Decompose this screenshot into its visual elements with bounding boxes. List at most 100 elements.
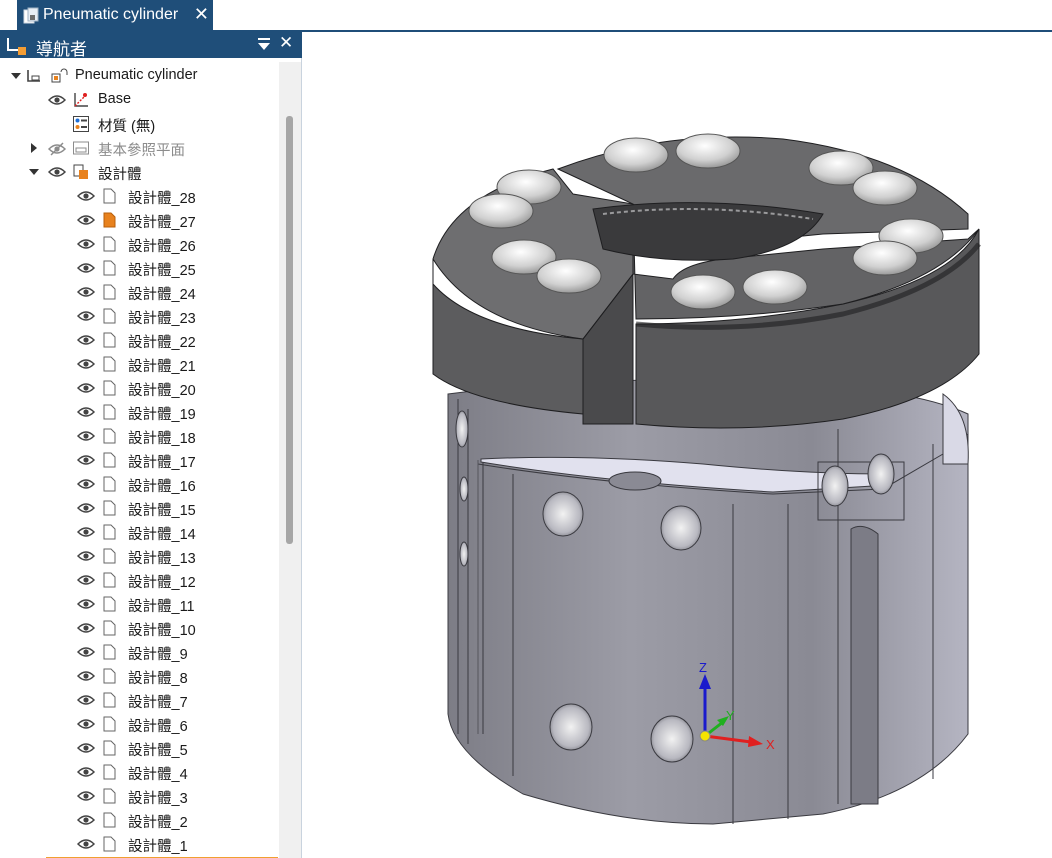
eye-icon[interactable]	[77, 190, 95, 202]
material-icon	[73, 116, 89, 132]
tree-node-body[interactable]: 設計體_6	[0, 712, 280, 736]
tree-node-body[interactable]: 設計體_22	[0, 328, 280, 352]
eye-icon[interactable]	[77, 502, 95, 514]
pneumatic-cylinder-model: Z Y X	[432, 133, 981, 825]
eye-icon[interactable]	[77, 742, 95, 754]
eye-icon[interactable]	[77, 814, 95, 826]
tree-node-body[interactable]: 設計體_18	[0, 424, 280, 448]
tree-label-body: 設計體_27	[128, 215, 196, 231]
tree-node-body[interactable]: 設計體_27	[0, 208, 280, 232]
eye-icon[interactable]	[77, 238, 95, 250]
eye-icon[interactable]	[77, 262, 95, 274]
tree-node-material[interactable]: 材質 (無)	[0, 112, 280, 136]
eye-icon[interactable]	[77, 694, 95, 706]
body-icon	[103, 452, 116, 468]
tree-label-body: 設計體_24	[128, 287, 196, 303]
collapse-arrow-icon[interactable]	[28, 166, 40, 178]
tree-node-body[interactable]: 設計體_21	[0, 352, 280, 376]
eye-icon[interactable]	[77, 382, 95, 394]
eye-icon[interactable]	[77, 670, 95, 682]
model-viewport[interactable]: Z Y X	[303, 34, 1052, 858]
close-panel-icon[interactable]: ✕	[279, 33, 293, 53]
eye-icon[interactable]	[48, 94, 66, 106]
body-icon	[103, 428, 116, 444]
tree-node-bodies[interactable]: 設計體	[0, 160, 280, 184]
eye-icon[interactable]	[77, 838, 95, 850]
body-icon	[103, 404, 116, 420]
eye-icon[interactable]	[77, 406, 95, 418]
tree-node-body[interactable]: 設計體_23	[0, 304, 280, 328]
tree-node-body[interactable]: 設計體_25	[0, 256, 280, 280]
part-document-icon	[23, 7, 39, 30]
collapse-arrow-icon[interactable]	[10, 70, 22, 82]
body-icon	[103, 788, 116, 804]
tree-node-body[interactable]: 設計體_12	[0, 568, 280, 592]
tree-label-body: 設計體_14	[128, 527, 196, 543]
tree-node-body[interactable]: 設計體_11	[0, 592, 280, 616]
tree-node-body[interactable]: 設計體_24	[0, 280, 280, 304]
tree-node-body[interactable]: 設計體_9	[0, 640, 280, 664]
tree-label-body: 設計體_25	[128, 263, 196, 279]
eye-icon[interactable]	[77, 646, 95, 658]
tree-label-body: 設計體_11	[128, 599, 195, 615]
tree-label-body: 設計體_26	[128, 239, 196, 255]
tree-node-body[interactable]: 設計體_2	[0, 808, 280, 832]
tree-node-body[interactable]: 設計體_20	[0, 376, 280, 400]
tree-node-body[interactable]: 設計體_17	[0, 448, 280, 472]
eye-icon[interactable]	[48, 166, 66, 178]
reference-plane-icon	[73, 141, 89, 155]
tree-node-body[interactable]: 設計體_13	[0, 544, 280, 568]
tree-node-root[interactable]: Pneumatic cylinder	[0, 64, 280, 88]
tree-node-body[interactable]: 設計體_26	[0, 232, 280, 256]
close-tab-icon[interactable]: ✕	[194, 4, 209, 24]
navigator-title: 導航者	[36, 40, 87, 59]
document-tab[interactable]: Pneumatic cylinder ✕	[17, 0, 213, 32]
eye-icon[interactable]	[77, 454, 95, 466]
tree-node-body[interactable]: 設計體_15	[0, 496, 280, 520]
tree-label-body: 設計體_10	[128, 623, 196, 639]
tree-node-body[interactable]: 設計體_3	[0, 784, 280, 808]
tree-node-base[interactable]: Base	[0, 88, 280, 112]
tree-node-body[interactable]: 設計體_4	[0, 760, 280, 784]
tree-node-body[interactable]: 設計體_16	[0, 472, 280, 496]
tree-node-body[interactable]: 設計體_5	[0, 736, 280, 760]
body-icon	[103, 572, 116, 588]
eye-icon[interactable]	[77, 214, 95, 226]
axis-label-y: Y	[726, 708, 735, 723]
body-icon	[103, 332, 116, 348]
scrollbar-thumb[interactable]	[286, 116, 293, 544]
eye-icon[interactable]	[77, 334, 95, 346]
eye-icon[interactable]	[77, 478, 95, 490]
tree-node-body[interactable]: 設計體_8	[0, 664, 280, 688]
expand-arrow-icon[interactable]	[28, 142, 40, 154]
eye-icon[interactable]	[77, 766, 95, 778]
eye-icon[interactable]	[77, 310, 95, 322]
eye-icon[interactable]	[77, 358, 95, 370]
eye-icon[interactable]	[77, 790, 95, 802]
tree-node-body[interactable]: 設計體_7	[0, 688, 280, 712]
tree-node-reference-planes[interactable]: 基本參照平面	[0, 136, 280, 160]
eye-icon[interactable]	[77, 718, 95, 730]
tree-label-body: 設計體_8	[128, 671, 188, 687]
eye-icon[interactable]	[77, 526, 95, 538]
tree-node-body[interactable]: 設計體_10	[0, 616, 280, 640]
edit-lock-icon	[51, 68, 68, 83]
tree-node-body[interactable]: 設計體_14	[0, 520, 280, 544]
navigator-scrollbar[interactable]	[279, 62, 301, 858]
tree-node-body[interactable]: 設計體_1	[0, 832, 280, 856]
hidden-eye-icon[interactable]	[48, 142, 66, 156]
eye-icon[interactable]	[77, 622, 95, 634]
tree-node-body[interactable]: 設計體_28	[0, 184, 280, 208]
tree-node-body[interactable]: 設計體_19	[0, 400, 280, 424]
tree-label-body: 設計體_7	[128, 695, 188, 711]
eye-icon[interactable]	[77, 598, 95, 610]
panel-menu-pin-icon[interactable]	[257, 36, 271, 57]
document-tab-bar: Pneumatic cylinder ✕	[0, 0, 1052, 32]
eye-icon[interactable]	[77, 550, 95, 562]
eye-icon[interactable]	[77, 286, 95, 298]
eye-icon[interactable]	[77, 430, 95, 442]
tree-label-body: 設計體_18	[128, 431, 196, 447]
tree-label-body: 設計體_12	[128, 575, 196, 591]
eye-icon[interactable]	[77, 574, 95, 586]
body-icon	[103, 740, 116, 756]
